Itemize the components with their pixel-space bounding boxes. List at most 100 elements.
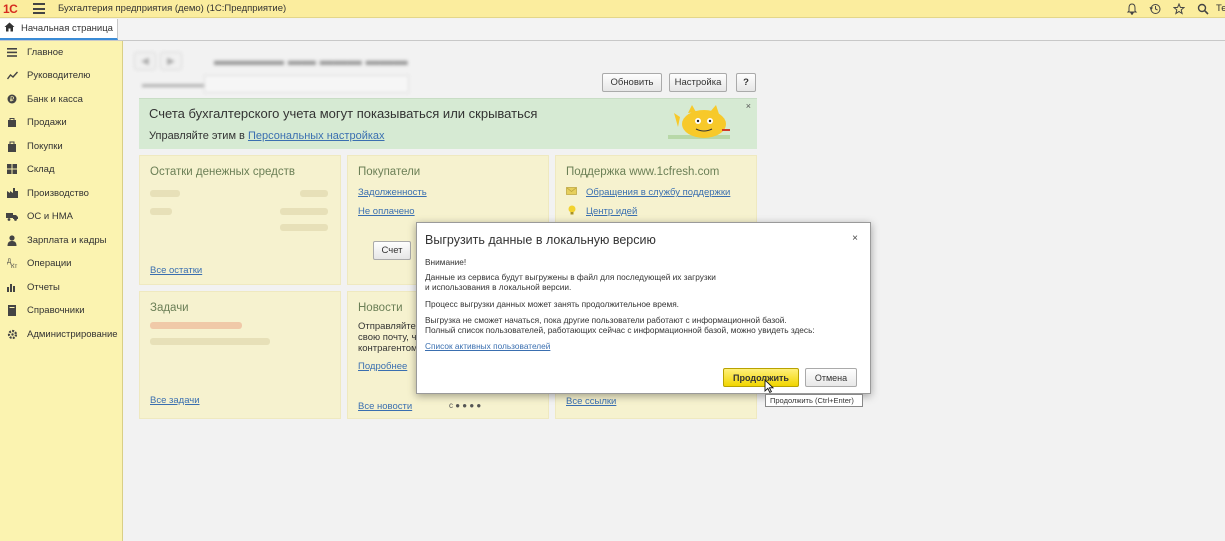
sidebar-item-operations[interactable]: Д Кт Операции [0, 253, 123, 273]
home-icon [4, 22, 15, 35]
svg-text:₽: ₽ [10, 96, 15, 104]
banner-subtitle: Управляйте этим в Персональных настройка… [149, 130, 385, 142]
news-pager[interactable]: c ● ● ● ● [449, 400, 481, 411]
blurred-row [150, 338, 270, 345]
app-title: Бухгалтерия предприятия (демо) (1С:Предп… [58, 3, 287, 14]
sidebar-item-label: Отчеты [27, 281, 60, 293]
book-icon [6, 304, 18, 316]
dialog-attention: Внимание! [425, 257, 467, 267]
operations-icon: Д Кт [6, 257, 18, 269]
unpaid-link[interactable]: Не оплачено [358, 206, 415, 217]
all-tasks-link[interactable]: Все задачи [150, 395, 200, 406]
person-icon [6, 234, 18, 246]
panel-cash: Остатки денежных средств Все остатки [139, 155, 341, 285]
menu-icon [6, 46, 18, 58]
tab-home[interactable]: Начальная страница [0, 19, 118, 40]
coin-icon: ₽ [6, 93, 18, 105]
sidebar-item-warehouse[interactable]: Склад [0, 159, 123, 179]
sidebar-item-label: Операции [27, 257, 72, 269]
all-links-link[interactable]: Все ссылки [566, 396, 616, 407]
history-icon[interactable] [1148, 2, 1162, 16]
sidebar-item-admin[interactable]: Администрирование [0, 324, 123, 344]
sidebar-item-label: ОС и НМА [27, 210, 73, 222]
support-requests-link[interactable]: Обращения в службу поддержки [586, 187, 730, 198]
arrow-left-icon: ◀ [141, 55, 149, 67]
sidebar-item-bank[interactable]: ₽ Банк и касса [0, 89, 123, 109]
sidebar-item-label: Справочники [27, 304, 85, 316]
app-logo: 1С [3, 2, 18, 16]
sidebar-item-label: Покупки [27, 140, 63, 152]
arrow-right-icon: ▶ [167, 55, 175, 67]
back-button[interactable]: ◀ [134, 52, 156, 70]
search-icon[interactable] [1196, 2, 1210, 16]
title-bar: 1С Бухгалтерия предприятия (демо) (1С:Пр… [0, 0, 1225, 18]
debt-link[interactable]: Задолженность [358, 187, 427, 198]
panel-title: Задачи [150, 302, 189, 314]
more-link[interactable]: Подробнее [358, 361, 407, 372]
banner-title: Счета бухгалтерского учета могут показыв… [149, 106, 538, 121]
sidebar-item-production[interactable]: Производство [0, 183, 123, 203]
dialog-text-line: Полный список пользователей, работающих … [425, 325, 815, 335]
sidebar-item-label: Зарплата и кадры [27, 234, 107, 246]
blurred-row [150, 190, 180, 197]
blurred-row [280, 208, 328, 215]
all-news-link[interactable]: Все новости [358, 401, 412, 412]
cat-mascot-icon [668, 105, 730, 139]
user-name[interactable]: Те [1216, 3, 1225, 14]
sidebar-item-references[interactable]: Справочники [0, 300, 123, 320]
panel-title: Покупатели [358, 166, 421, 178]
sidebar-item-label: Главное [27, 46, 64, 58]
news-text-line: свою почту, чт [358, 332, 421, 343]
bar-chart-icon [6, 281, 18, 293]
sidebar-item-purchases[interactable]: Покупки [0, 136, 123, 156]
blurred-row [300, 190, 328, 197]
banner-subtitle-text: Управляйте этим в [149, 130, 248, 142]
close-icon[interactable]: × [746, 101, 751, 111]
sidebar-item-label: Администрирование [27, 328, 118, 340]
sidebar-item-manager[interactable]: Руководителю [0, 65, 123, 85]
continue-button[interactable]: Продолжить [723, 368, 799, 387]
sidebar-item-label: Производство [27, 187, 89, 199]
cart-icon [6, 140, 18, 152]
sidebar: Главное Руководителю ₽ Банк и касса Прод… [0, 41, 123, 541]
truck-icon [6, 210, 18, 222]
personal-settings-link[interactable]: Персональных настройках [248, 130, 385, 142]
hamburger-menu-icon[interactable] [33, 3, 45, 14]
invoice-button[interactable]: Счет [373, 241, 411, 260]
sidebar-item-salary[interactable]: Зарплата и кадры [0, 230, 123, 250]
help-button[interactable]: ? [736, 73, 756, 92]
info-banner: Счета бухгалтерского учета могут показыв… [139, 98, 757, 149]
tab-bar: Начальная страница [0, 19, 1225, 41]
gear-icon [6, 328, 18, 340]
warehouse-icon [6, 163, 18, 175]
continue-tooltip: Продолжить (Ctrl+Enter) [765, 394, 863, 407]
bell-icon[interactable] [1125, 2, 1139, 16]
news-text-line: Отправляйте [358, 321, 416, 332]
lightbulb-icon [568, 205, 576, 218]
export-dialog: Выгрузить данные в локальную версию × Вн… [416, 222, 871, 394]
sidebar-item-label: Банк и касса [27, 93, 83, 105]
cancel-button[interactable]: Отмена [805, 368, 857, 387]
chart-line-icon [6, 69, 18, 81]
sidebar-item-assets[interactable]: ОС и НМА [0, 206, 123, 226]
forward-button[interactable]: ▶ [160, 52, 182, 70]
blurred-row [280, 224, 328, 231]
sidebar-item-main[interactable]: Главное [0, 42, 123, 62]
refresh-button[interactable]: Обновить [602, 73, 662, 92]
sidebar-item-label: Продажи [27, 116, 67, 128]
ideas-center-link[interactable]: Центр идей [586, 206, 637, 217]
sidebar-item-reports[interactable]: Отчеты [0, 277, 123, 297]
panel-tasks: Задачи Все задачи [139, 291, 341, 419]
bag-icon [6, 116, 18, 128]
all-balances-link[interactable]: Все остатки [150, 265, 202, 276]
settings-button[interactable]: Настройка [669, 73, 727, 92]
close-icon[interactable]: × [852, 233, 858, 244]
news-text-line: контрагентом [358, 343, 418, 354]
sidebar-item-sales[interactable]: Продажи [0, 112, 123, 132]
dialog-text-line: Данные из сервиса будут выгружены в файл… [425, 272, 716, 282]
org-field-blurred[interactable] [204, 75, 409, 93]
blurred-row [150, 208, 172, 215]
active-users-link[interactable]: Список активных пользователей [425, 341, 550, 351]
star-icon[interactable] [1172, 2, 1186, 16]
panel-title: Остатки денежных средств [150, 166, 295, 178]
